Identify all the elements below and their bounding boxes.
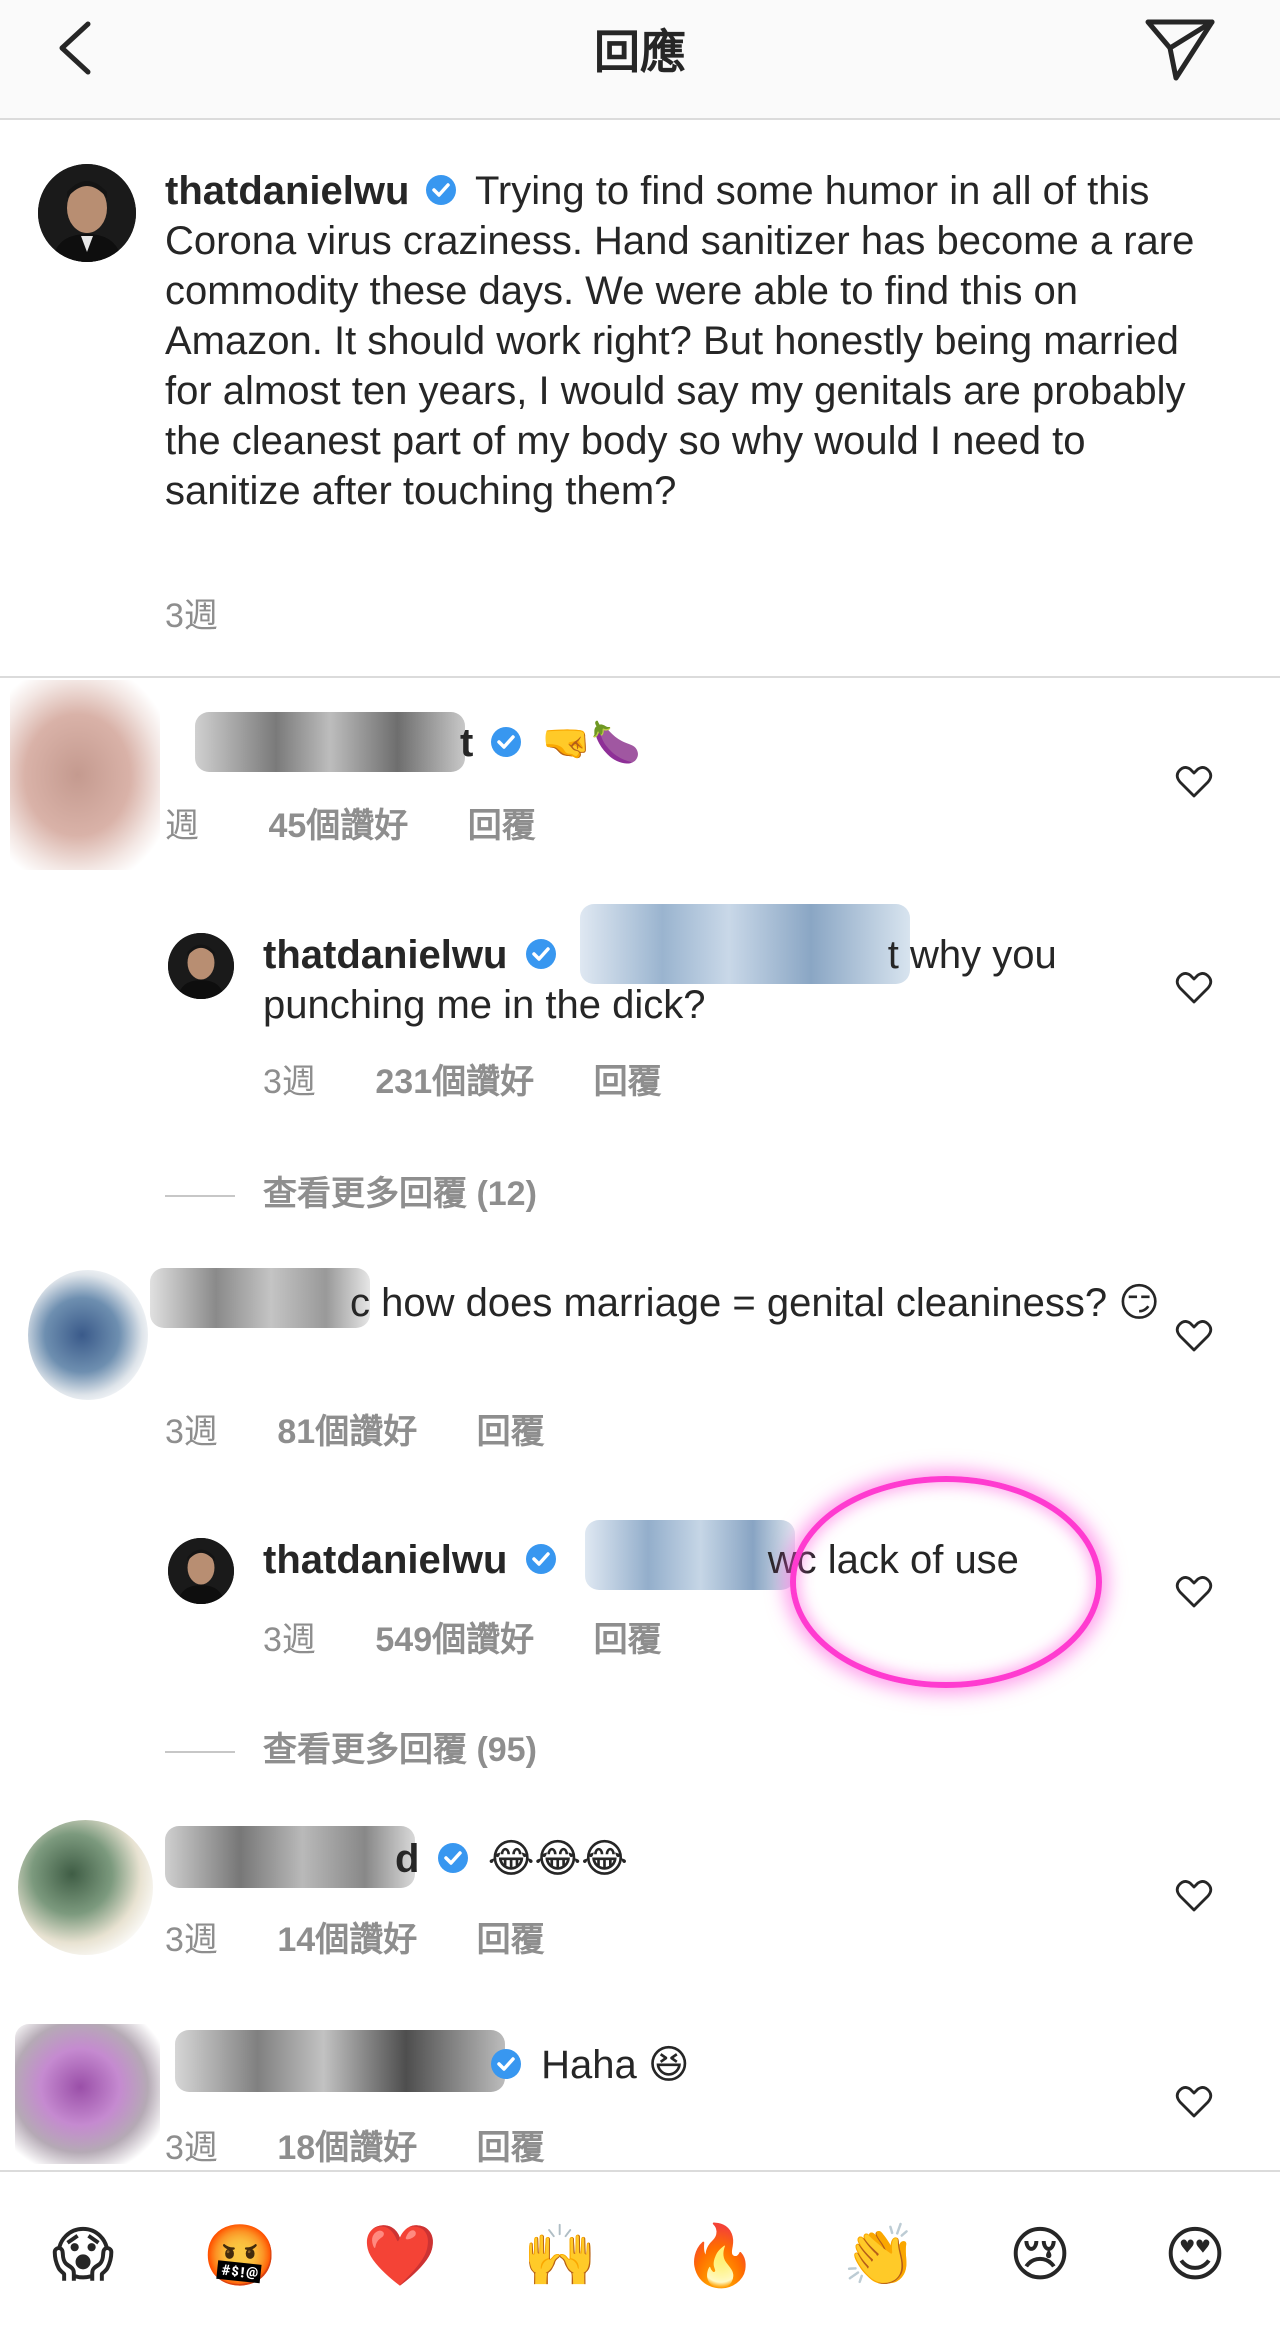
- avatar[interactable]: [28, 1270, 148, 1400]
- emoji-scream-icon[interactable]: 😱: [38, 2220, 128, 2290]
- emoji-heart-icon[interactable]: ❤️: [355, 2220, 445, 2291]
- comment-time: 3週: [165, 1413, 218, 1451]
- comment-body: Haha 😆: [490, 2040, 690, 2090]
- heart-icon[interactable]: [1174, 1316, 1214, 1356]
- header-bar: 回應: [0, 0, 1280, 120]
- view-more-replies[interactable]: 查看更多回覆 (95): [165, 1722, 537, 1771]
- heart-icon[interactable]: [1174, 968, 1214, 1008]
- comment-body: t 🤜🍆: [460, 718, 641, 768]
- reply-username[interactable]: thatdanielwu: [263, 1538, 507, 1582]
- redacted-username: [175, 2030, 505, 2092]
- verified-badge-icon: [425, 175, 456, 206]
- comment-time: 週: [165, 807, 199, 845]
- caption-time: 3週: [165, 597, 218, 635]
- redacted-username: [165, 1826, 415, 1888]
- comment-text: 🤜🍆: [541, 721, 642, 765]
- emoji-heart-eyes-icon[interactable]: 😍: [1150, 2220, 1240, 2290]
- emoji-cursing-icon[interactable]: 🤬: [195, 2220, 285, 2291]
- avatar[interactable]: [10, 680, 160, 870]
- reply-button[interactable]: 回覆: [477, 1921, 545, 1959]
- heart-icon[interactable]: [1174, 1572, 1214, 1612]
- like-count[interactable]: 231個讚好: [375, 1063, 534, 1101]
- verified-badge-icon: [525, 939, 556, 970]
- comment-username-tail[interactable]: c: [350, 1281, 370, 1325]
- redacted-username: [195, 712, 465, 772]
- emoji-raised-hands-icon[interactable]: 🙌: [515, 2220, 605, 2291]
- reply-time: 3週: [263, 1063, 316, 1101]
- comment-meta: 3週 18個讚好 回覆: [165, 2120, 595, 2169]
- reply-button[interactable]: 回覆: [468, 807, 536, 845]
- heart-icon[interactable]: [1174, 762, 1214, 802]
- comment-body: c how does marriage = genital cleaniness…: [165, 1278, 1165, 1328]
- comment-text: Haha 😆: [541, 2043, 690, 2087]
- like-count[interactable]: 14個讚好: [277, 1921, 417, 1959]
- divider: [0, 676, 1280, 678]
- avatar[interactable]: [15, 2024, 160, 2164]
- comment-username-tail[interactable]: d: [395, 1837, 419, 1881]
- like-count[interactable]: 549個讚好: [375, 1621, 534, 1659]
- view-more-label: 查看更多回覆 (12): [263, 1175, 537, 1213]
- avatar[interactable]: [168, 933, 234, 999]
- avatar[interactable]: [18, 1820, 153, 1955]
- heart-icon[interactable]: [1174, 1876, 1214, 1916]
- profile-photo-icon: [168, 933, 234, 999]
- reply-button[interactable]: 回覆: [594, 1621, 662, 1659]
- like-count[interactable]: 81個讚好: [277, 1413, 417, 1451]
- comment-time: 3週: [165, 1921, 218, 1959]
- avatar[interactable]: [38, 164, 136, 262]
- emoji-fire-icon[interactable]: 🔥: [675, 2220, 765, 2291]
- heart-icon[interactable]: [1174, 2082, 1214, 2122]
- comment-meta: 週 45個讚好 回覆: [165, 798, 586, 847]
- comment-username-tail[interactable]: t: [460, 721, 473, 765]
- mention-tail[interactable]: t: [888, 933, 899, 977]
- view-more-replies[interactable]: 查看更多回覆 (12): [165, 1166, 537, 1215]
- verified-badge-icon: [437, 1843, 468, 1874]
- comment-text: 😂😂😂: [487, 1837, 628, 1881]
- page-title: 回應: [594, 26, 686, 78]
- caption-username[interactable]: thatdanielwu: [165, 169, 409, 213]
- comment-body: d 😂😂😂: [395, 1834, 628, 1884]
- emoji-clap-icon[interactable]: 👏: [835, 2220, 925, 2291]
- verified-badge-icon: [491, 727, 522, 758]
- view-more-label: 查看更多回覆 (95): [263, 1731, 537, 1769]
- reply-meta: 3週 549個讚好 回覆: [263, 1612, 712, 1661]
- comment-time: 3週: [165, 2129, 218, 2167]
- comment-meta: 3週 14個讚好 回覆: [165, 1912, 595, 1961]
- comment-meta: 3週 81個讚好 回覆: [165, 1404, 595, 1453]
- reply-button[interactable]: 回覆: [594, 1063, 662, 1101]
- like-count[interactable]: 18個讚好: [277, 2129, 417, 2167]
- like-count[interactable]: 45個讚好: [268, 807, 408, 845]
- reply-button[interactable]: 回覆: [477, 1413, 545, 1451]
- reply-button[interactable]: 回覆: [477, 2129, 545, 2167]
- divider-line: [165, 1751, 235, 1754]
- divider-line: [165, 1195, 235, 1198]
- reply-body: thatdanielwu t why you punching me in th…: [263, 930, 1123, 1030]
- avatar[interactable]: [168, 1538, 234, 1604]
- paper-plane-icon[interactable]: [1140, 14, 1220, 84]
- profile-photo-icon: [38, 164, 136, 262]
- caption-text: Trying to find some humor in all of this…: [165, 169, 1195, 513]
- verified-badge-icon: [525, 1544, 556, 1575]
- caption-block: thatdanielwu Trying to find some humor i…: [165, 166, 1225, 516]
- caption-meta: 3週: [165, 588, 268, 637]
- verified-badge-icon: [491, 2049, 521, 2080]
- profile-photo-icon: [168, 1538, 234, 1604]
- reply-time: 3週: [263, 1621, 316, 1659]
- reply-meta: 3週 231個讚好 回覆: [263, 1054, 712, 1103]
- comment-text: how does marriage = genital cleaniness? …: [381, 1281, 1160, 1325]
- emoji-crying-icon[interactable]: 😢: [995, 2220, 1085, 2290]
- reply-username[interactable]: thatdanielwu: [263, 933, 507, 977]
- emoji-quick-reply-bar: 😱 🤬 ❤️ 🙌 🔥 👏 😢 😍: [0, 2170, 1280, 2333]
- highlight-circle: [790, 1476, 1102, 1688]
